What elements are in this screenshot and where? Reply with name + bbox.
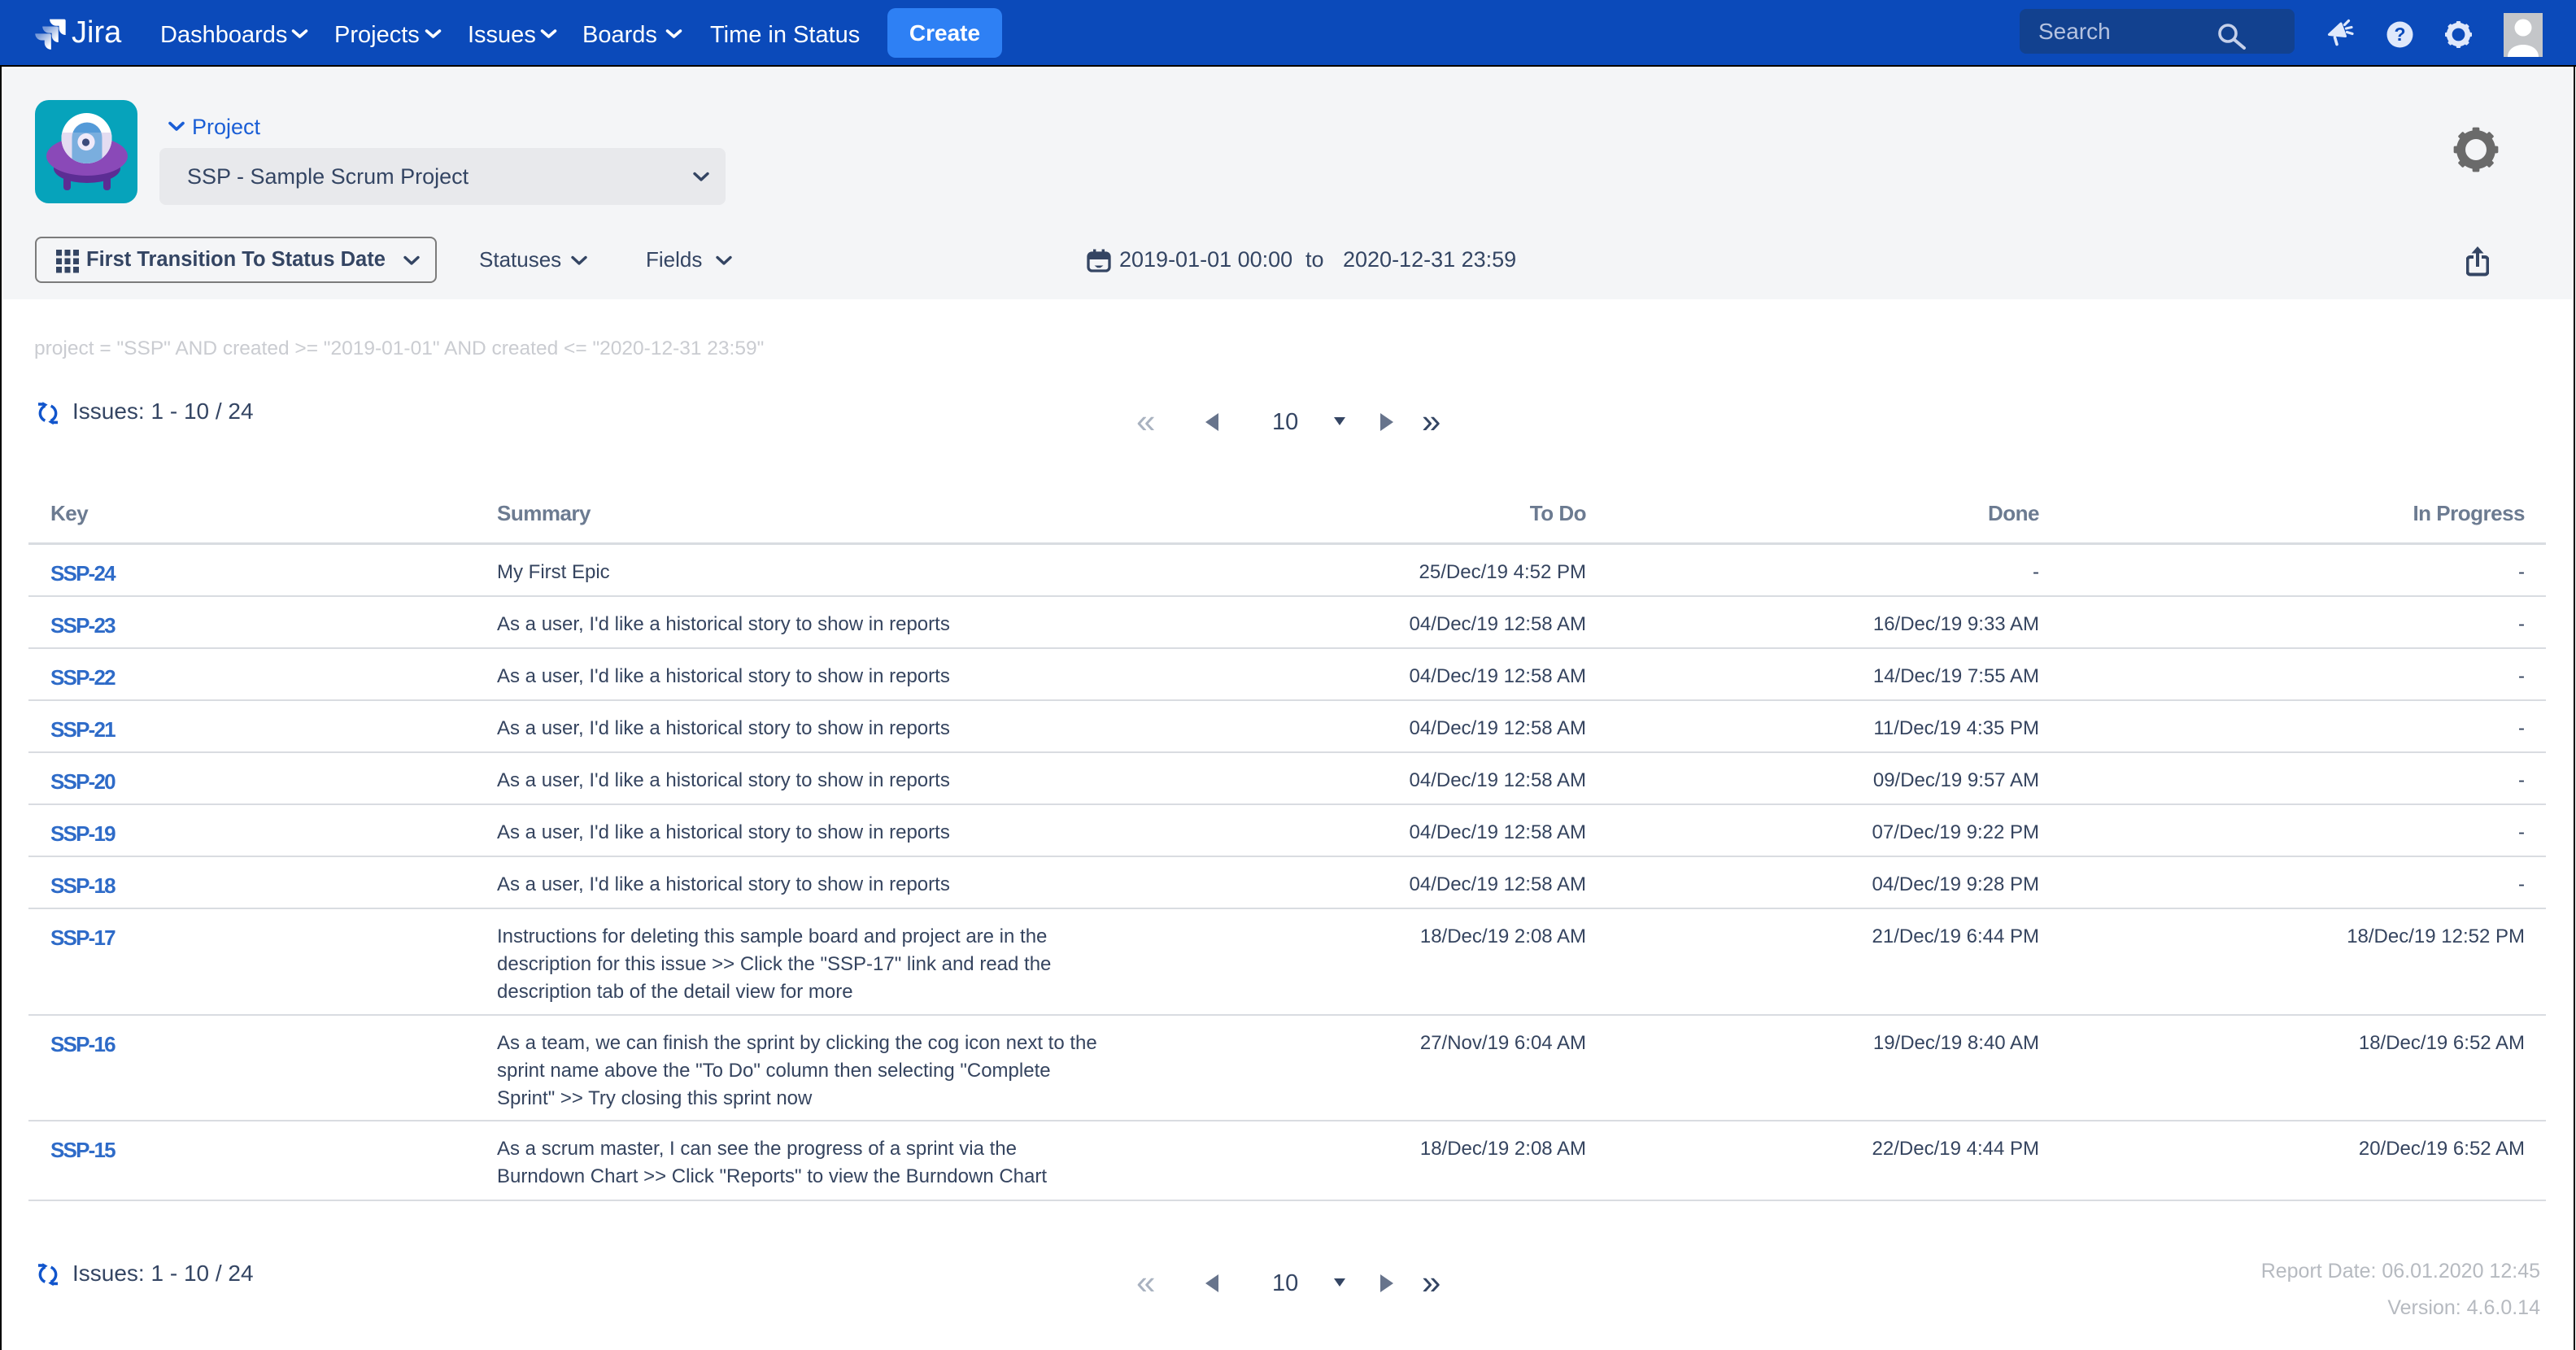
svg-text:?: ? [2394,24,2405,45]
